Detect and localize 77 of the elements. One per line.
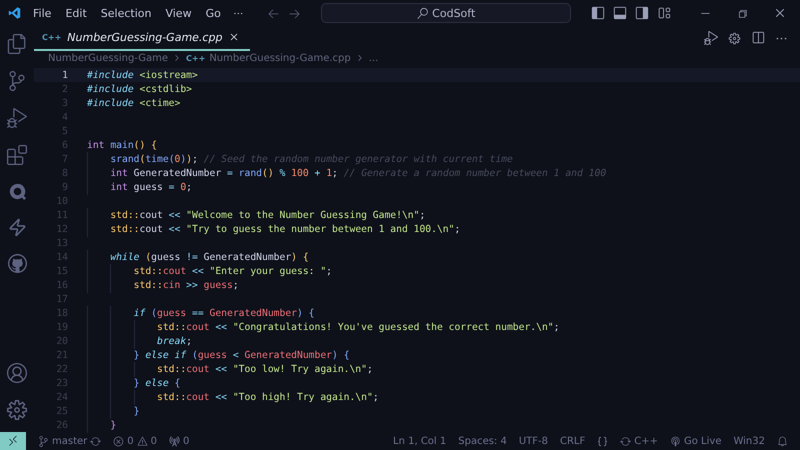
sync-icon[interactable] xyxy=(90,436,102,446)
encoding-status[interactable]: UTF-8 xyxy=(518,436,548,446)
error-count[interactable]: 0 xyxy=(127,436,134,446)
breadcrumb[interactable]: ... xyxy=(368,52,378,64)
breadcrumb[interactable]: C++ NumberGuessing-Game.cpp xyxy=(186,52,351,64)
code-line: if (guess == GeneratedNumber) { xyxy=(132,308,315,318)
line-ending-status[interactable]: CRLF xyxy=(560,436,586,446)
branch-icon[interactable] xyxy=(38,436,49,446)
lightning-icon[interactable] xyxy=(8,218,26,237)
code-line: #include <cstdlib> xyxy=(87,84,192,94)
menu-item[interactable]: Selection xyxy=(98,6,154,20)
language-status[interactable]: C++ xyxy=(634,436,658,446)
ports-count[interactable]: 0 xyxy=(183,436,190,446)
code-line: std::cout << "Too low! Try again.\n"; xyxy=(156,364,373,374)
back-arrow-icon[interactable] xyxy=(267,6,280,20)
code-line: int GeneratedNumber = rand() % 100 + 1; // Generate a random number between 1 and 100 xyxy=(109,168,606,178)
notifications-icon[interactable] xyxy=(777,436,788,446)
code-line: std::cin >> guess; xyxy=(132,280,239,290)
code-line: std::cout << "Enter your guess: "; xyxy=(132,266,332,276)
cursor-position[interactable]: Ln 1, Col 1 xyxy=(393,436,446,446)
code-line: std::cout << "Congratulations! You've guessed the correct number.\n"; xyxy=(156,322,560,332)
warning-count[interactable]: 0 xyxy=(150,436,158,446)
code-line: break; xyxy=(156,336,192,346)
layout-icon[interactable] xyxy=(657,6,672,20)
branch-name[interactable]: master xyxy=(52,436,88,446)
code-line: int main() { xyxy=(87,140,158,150)
code-line: while (guess != GeneratedNumber) { xyxy=(109,252,309,262)
code-line: std::cout << "Try to guess the number between 1 and 100.\n"; xyxy=(109,224,460,234)
code-line: srand(time(0)); // Seed the random number generator with current time xyxy=(109,154,513,164)
account-icon[interactable] xyxy=(7,363,27,383)
sidebar-toggle-icon[interactable] xyxy=(591,6,606,20)
error-icon[interactable] xyxy=(113,436,124,446)
remote-button[interactable] xyxy=(0,432,26,450)
sync-icon[interactable] xyxy=(620,436,632,446)
extensions-icon[interactable] xyxy=(7,145,27,165)
editor-tab[interactable]: C++ NumberGuessing-Game.cpp xyxy=(34,26,250,51)
q-icon[interactable] xyxy=(8,182,26,201)
restore-icon[interactable] xyxy=(737,8,748,18)
close-icon[interactable] xyxy=(774,7,786,19)
menu-item[interactable]: Edit xyxy=(63,6,89,20)
secondary-sidebar-icon[interactable] xyxy=(635,6,650,20)
run-debug-icon[interactable] xyxy=(7,108,27,128)
indentation-status[interactable]: Spaces: 4 xyxy=(458,436,507,446)
code-line: } else if (guess < GeneratedNumber) { xyxy=(132,350,350,360)
braces-icon[interactable] xyxy=(597,436,608,446)
menu-item[interactable]: Go xyxy=(204,6,223,20)
search-text: CodSoft xyxy=(432,6,476,20)
settings-icon[interactable] xyxy=(728,32,741,45)
code-line: } xyxy=(132,406,140,416)
code-line: #include <ctime> xyxy=(87,98,180,108)
files-icon[interactable] xyxy=(7,34,27,54)
go-live-button[interactable]: Go Live xyxy=(684,436,722,446)
search-icon xyxy=(417,8,428,18)
platform-status[interactable]: Win32 xyxy=(733,436,765,446)
code-line: std::cout << "Too high! Try again.\n"; xyxy=(156,392,379,402)
code-line: std::cout << "Welcome to the Number Guessing Game!\n"; xyxy=(109,210,426,220)
settings-icon[interactable] xyxy=(7,400,27,420)
broadcast-icon[interactable] xyxy=(670,436,682,446)
code-line: int guess = 0; xyxy=(109,182,192,192)
run-icon[interactable] xyxy=(704,31,718,46)
forward-arrow-icon[interactable] xyxy=(288,6,302,20)
antenna-icon[interactable] xyxy=(169,436,180,446)
search-field[interactable]: CodSoft xyxy=(321,3,572,23)
code-line: } xyxy=(109,420,116,430)
menu-item[interactable]: View xyxy=(163,6,194,20)
menu-item[interactable]: File xyxy=(31,6,54,20)
breadcrumb[interactable]: NumberGuessing-Game xyxy=(48,52,168,64)
source-control-icon[interactable] xyxy=(7,71,27,91)
remote-icon xyxy=(7,435,19,447)
warning-icon[interactable] xyxy=(136,436,148,446)
line-number: 1 xyxy=(61,70,68,80)
code-line: } else { xyxy=(132,378,180,388)
code-line: #include <iostream> xyxy=(87,70,198,80)
app-logo-icon xyxy=(8,5,22,21)
panel-toggle-icon[interactable] xyxy=(613,6,628,20)
github-icon[interactable] xyxy=(8,254,26,273)
split-editor-icon[interactable] xyxy=(751,31,765,46)
